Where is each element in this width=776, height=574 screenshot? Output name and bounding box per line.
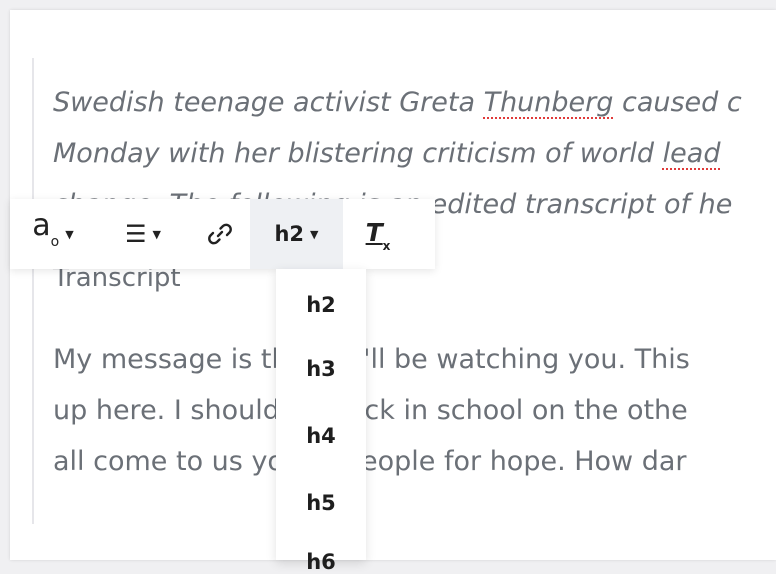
font-style-icon: ao bbox=[32, 208, 60, 251]
misspelled-word[interactable]: lead bbox=[663, 138, 721, 169]
font-style-button[interactable]: ao ▼ bbox=[10, 199, 96, 269]
misspelled-word[interactable]: Thunberg bbox=[484, 87, 614, 118]
intro-line-1: Swedish teenage activist Greta Thunberg … bbox=[53, 87, 742, 118]
heading-option-h2[interactable]: h2 bbox=[276, 293, 366, 317]
formatting-toolbar: ao ▼ ☰ ▼ h2 ▼ Tx bbox=[10, 199, 435, 269]
body-line: up here. I should be back in school on t… bbox=[53, 395, 688, 426]
heading-option-h6[interactable]: h6 bbox=[276, 550, 366, 574]
chevron-down-icon: ▼ bbox=[310, 227, 319, 241]
chevron-down-icon: ▼ bbox=[65, 227, 74, 241]
body-paragraph[interactable]: My message is that we'll be watching you… bbox=[53, 334, 776, 487]
link-button[interactable] bbox=[190, 199, 250, 269]
clear-formatting-icon: Tx bbox=[365, 218, 391, 253]
heading-level-button[interactable]: h2 ▼ bbox=[250, 199, 343, 269]
intro-line-2: Monday with her blistering criticism of … bbox=[53, 138, 721, 169]
clear-formatting-button[interactable]: Tx bbox=[343, 199, 413, 269]
body-line: all come to us young people for hope. Ho… bbox=[53, 446, 687, 477]
heading-level-dropdown: h2 h3 h4 h5 h6 bbox=[276, 269, 366, 574]
link-icon bbox=[207, 221, 233, 247]
editor-canvas: Swedish teenage activist Greta Thunberg … bbox=[10, 10, 776, 560]
chevron-down-icon: ▼ bbox=[152, 227, 161, 241]
list-icon: ☰ bbox=[125, 220, 147, 248]
list-button[interactable]: ☰ ▼ bbox=[96, 199, 190, 269]
heading-option-h3[interactable]: h3 bbox=[276, 357, 366, 381]
heading-level-value: h2 bbox=[274, 222, 305, 246]
heading-option-h4[interactable]: h4 bbox=[276, 424, 366, 448]
body-line: My message is that we'll be watching you… bbox=[53, 344, 690, 375]
left-border-rule bbox=[32, 58, 34, 524]
heading-option-h5[interactable]: h5 bbox=[276, 491, 366, 515]
